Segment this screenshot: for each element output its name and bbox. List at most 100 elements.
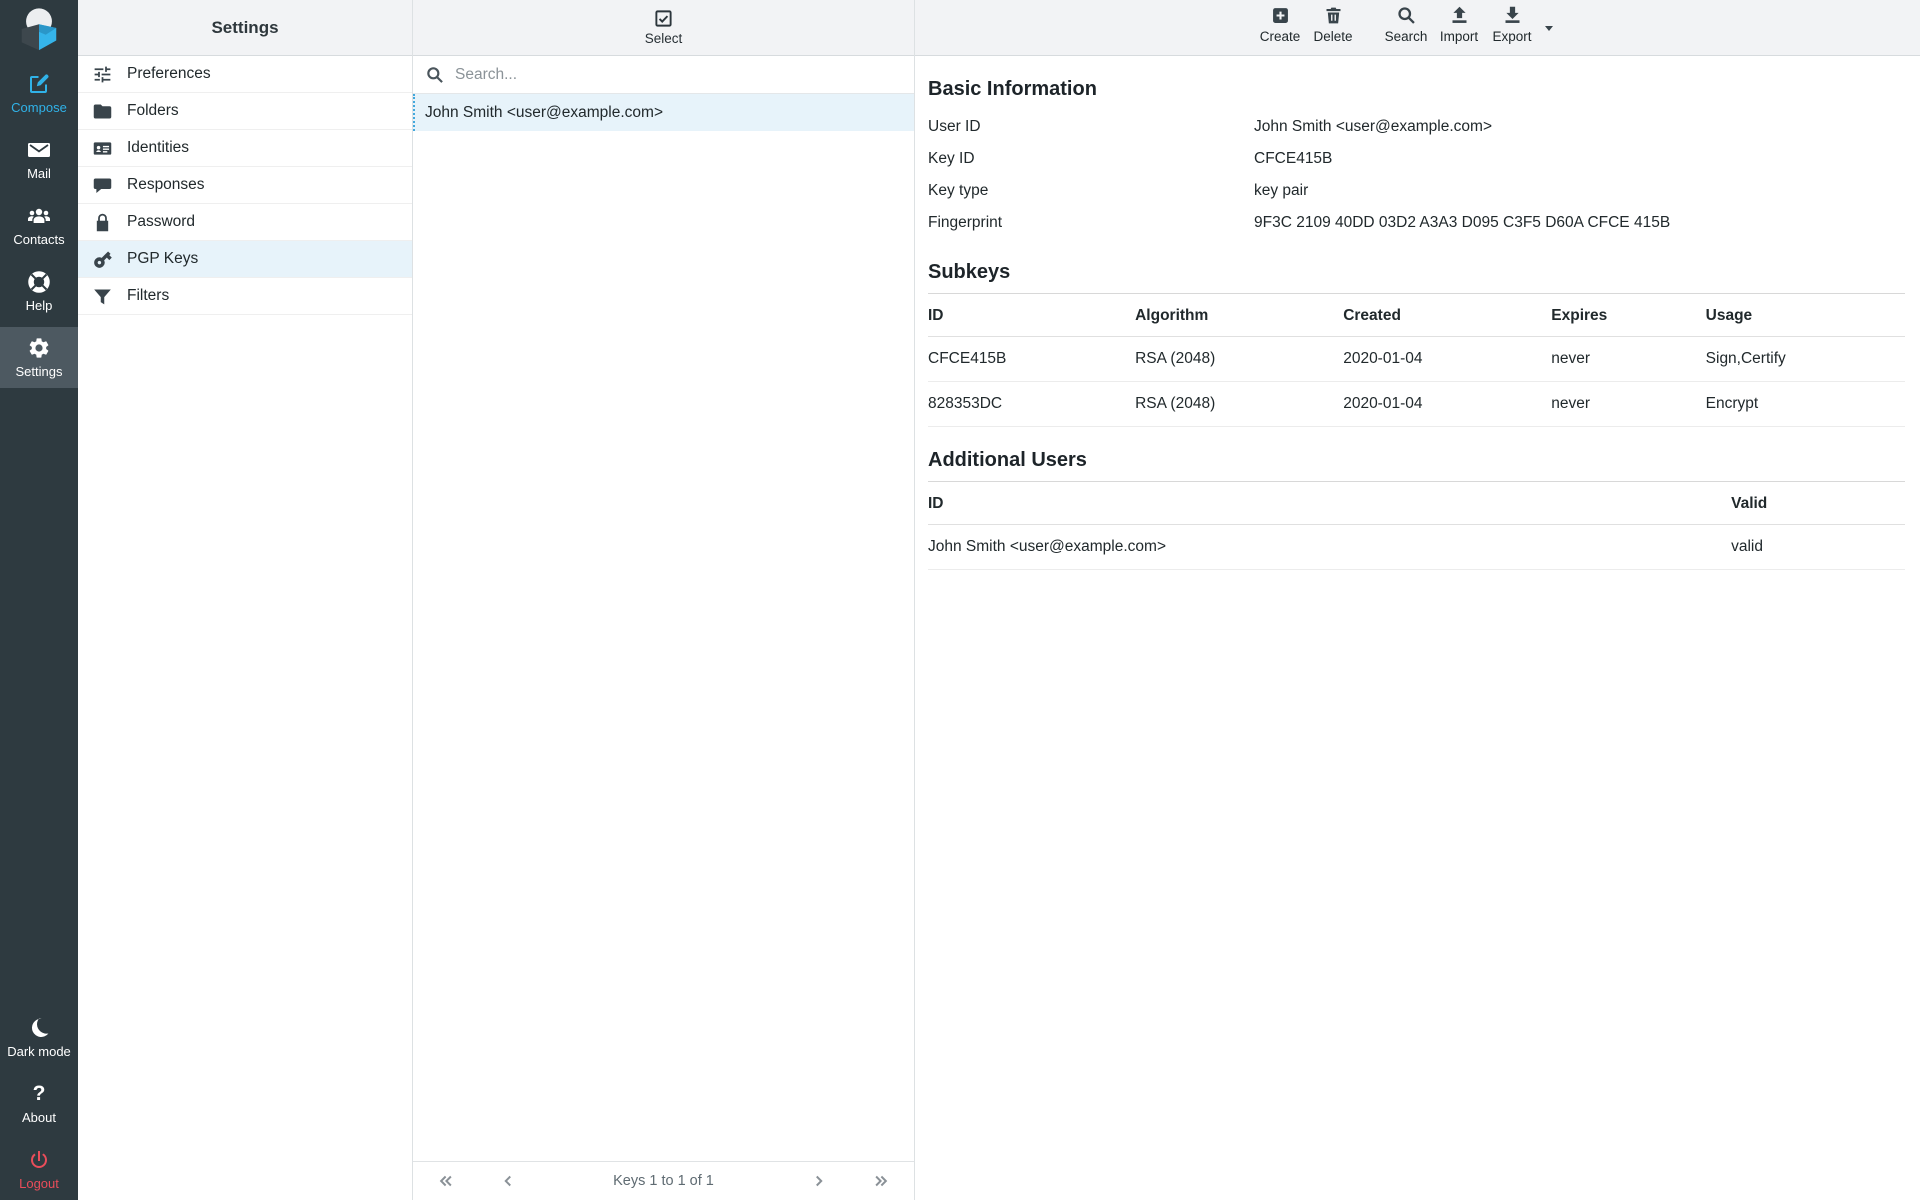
- first-page-button[interactable]: [437, 1172, 455, 1190]
- settings-item-label: Identities: [127, 139, 189, 157]
- settings-item-identities[interactable]: Identities: [78, 130, 412, 167]
- info-row-key-type: Key type key pair: [928, 175, 1905, 207]
- previous-page-button[interactable]: [499, 1172, 517, 1190]
- users-header-row: ID Valid: [928, 482, 1905, 525]
- settings-item-pgp-keys[interactable]: PGP Keys: [78, 241, 412, 278]
- create-button[interactable]: Create: [1258, 5, 1302, 44]
- settings-item-password[interactable]: Password: [78, 204, 412, 241]
- column-header: Usage: [1706, 294, 1905, 337]
- taskbar: Compose Mail Contacts: [0, 0, 78, 1200]
- key-list-empty-area: [413, 131, 914, 1161]
- taskbar-item-label: Settings: [16, 364, 63, 379]
- list-header: Select: [413, 0, 914, 56]
- power-icon: [27, 1148, 51, 1172]
- info-value: 9F3C 2109 40DD 03D2 A3A3 D095 C3F5 D60A …: [1254, 214, 1670, 232]
- delete-button[interactable]: Delete: [1311, 5, 1355, 44]
- taskbar-item-compose[interactable]: Compose: [0, 63, 78, 124]
- settings-nav-panel: Settings Preferences Folders Identities: [78, 0, 413, 1200]
- search-icon: [1396, 5, 1417, 26]
- search-bar: [413, 56, 914, 94]
- taskbar-item-label: Compose: [11, 100, 67, 115]
- settings-item-label: Preferences: [127, 65, 211, 83]
- id-card-icon: [92, 138, 113, 159]
- settings-item-preferences[interactable]: Preferences: [78, 56, 412, 93]
- settings-item-filters[interactable]: Filters: [78, 278, 412, 315]
- basic-information-title: Basic Information: [928, 78, 1905, 101]
- next-page-button[interactable]: [810, 1172, 828, 1190]
- subkeys-table: ID Algorithm Created Expires Usage CFCE4…: [928, 294, 1905, 427]
- taskbar-item-dark-mode[interactable]: Dark mode: [0, 1007, 78, 1068]
- key-list-item-label: John Smith <user@example.com>: [425, 104, 663, 122]
- caret-down-icon: [1543, 22, 1555, 34]
- subkey-usage: Encrypt: [1706, 382, 1905, 427]
- chevron-left-icon: [499, 1172, 517, 1190]
- export-icon: [1502, 5, 1523, 26]
- select-button[interactable]: Select: [645, 9, 683, 46]
- search-button[interactable]: Search: [1384, 5, 1428, 44]
- pagination-label: Keys 1 to 1 of 1: [517, 1173, 810, 1189]
- settings-item-label: Password: [127, 213, 195, 231]
- subkey-usage: Sign,Certify: [1706, 337, 1905, 382]
- column-header: ID: [928, 294, 1135, 337]
- toolbar-bar: Create Delete Search: [915, 0, 1920, 56]
- taskbar-item-label: Mail: [27, 166, 51, 181]
- taskbar-item-label: Logout: [19, 1176, 59, 1191]
- taskbar-item-help[interactable]: Help: [0, 261, 78, 322]
- additional-users-table: ID Valid John Smith <user@example.com> v…: [928, 482, 1905, 570]
- column-header: Valid: [1731, 482, 1905, 525]
- user-row: John Smith <user@example.com> valid: [928, 525, 1905, 570]
- settings-item-folders[interactable]: Folders: [78, 93, 412, 130]
- export-button[interactable]: Export: [1490, 5, 1534, 44]
- delete-button-label: Delete: [1313, 29, 1352, 44]
- subkey-row: 828353DC RSA (2048) 2020-01-04 never Enc…: [928, 382, 1905, 427]
- taskbar-spacer: [0, 388, 78, 1002]
- gear-icon: [27, 336, 51, 360]
- question-icon: ?: [33, 1082, 46, 1106]
- double-chevron-left-icon: [437, 1172, 455, 1190]
- user-valid: valid: [1731, 525, 1905, 570]
- subkey-created: 2020-01-04: [1343, 337, 1551, 382]
- moon-icon: [27, 1016, 51, 1040]
- last-page-button[interactable]: [872, 1172, 890, 1190]
- checkbox-check-icon: [654, 9, 673, 28]
- column-header: Algorithm: [1135, 294, 1343, 337]
- settings-item-label: Responses: [127, 176, 205, 194]
- key-details-frame: Create Delete Search: [915, 0, 1920, 1200]
- compose-icon: [27, 72, 51, 96]
- create-icon: [1270, 5, 1291, 26]
- subkeys-header-row: ID Algorithm Created Expires Usage: [928, 294, 1905, 337]
- select-button-label: Select: [645, 31, 683, 46]
- mail-icon: [27, 138, 51, 162]
- subkey-algorithm: RSA (2048): [1135, 382, 1343, 427]
- subkey-expires: never: [1551, 382, 1705, 427]
- subkey-id: 828353DC: [928, 382, 1135, 427]
- import-button[interactable]: Import: [1437, 5, 1481, 44]
- info-row-fingerprint: Fingerprint 9F3C 2109 40DD 03D2 A3A3 D09…: [928, 207, 1905, 239]
- lifebuoy-icon: [27, 270, 51, 294]
- subkey-created: 2020-01-04: [1343, 382, 1551, 427]
- export-options-caret[interactable]: [1543, 21, 1555, 39]
- roundcube-logo[interactable]: [0, 0, 78, 58]
- taskbar-item-label: Dark mode: [7, 1044, 71, 1059]
- column-header: Expires: [1551, 294, 1705, 337]
- search-input[interactable]: [455, 66, 902, 84]
- subkey-row: CFCE415B RSA (2048) 2020-01-04 never Sig…: [928, 337, 1905, 382]
- settings-item-label: PGP Keys: [127, 250, 198, 268]
- import-icon: [1449, 5, 1470, 26]
- taskbar-item-contacts[interactable]: Contacts: [0, 195, 78, 256]
- info-label: Key type: [928, 182, 1254, 200]
- taskbar-item-about[interactable]: ? About: [0, 1073, 78, 1134]
- folder-icon: [92, 101, 113, 122]
- pgp-keys-list-panel: Select John Smith <user@example.com>: [413, 0, 915, 1200]
- settings-item-responses[interactable]: Responses: [78, 167, 412, 204]
- taskbar-item-settings[interactable]: Settings: [0, 327, 78, 388]
- settings-item-label: Filters: [127, 287, 169, 305]
- key-list-item[interactable]: John Smith <user@example.com>: [413, 94, 914, 131]
- taskbar-item-label: Contacts: [13, 232, 64, 247]
- taskbar-item-mail[interactable]: Mail: [0, 129, 78, 190]
- key-icon: [92, 249, 113, 270]
- taskbar-item-logout[interactable]: Logout: [0, 1139, 78, 1200]
- import-button-label: Import: [1440, 29, 1478, 44]
- settings-panel-title: Settings: [78, 0, 412, 56]
- info-label: Key ID: [928, 150, 1254, 168]
